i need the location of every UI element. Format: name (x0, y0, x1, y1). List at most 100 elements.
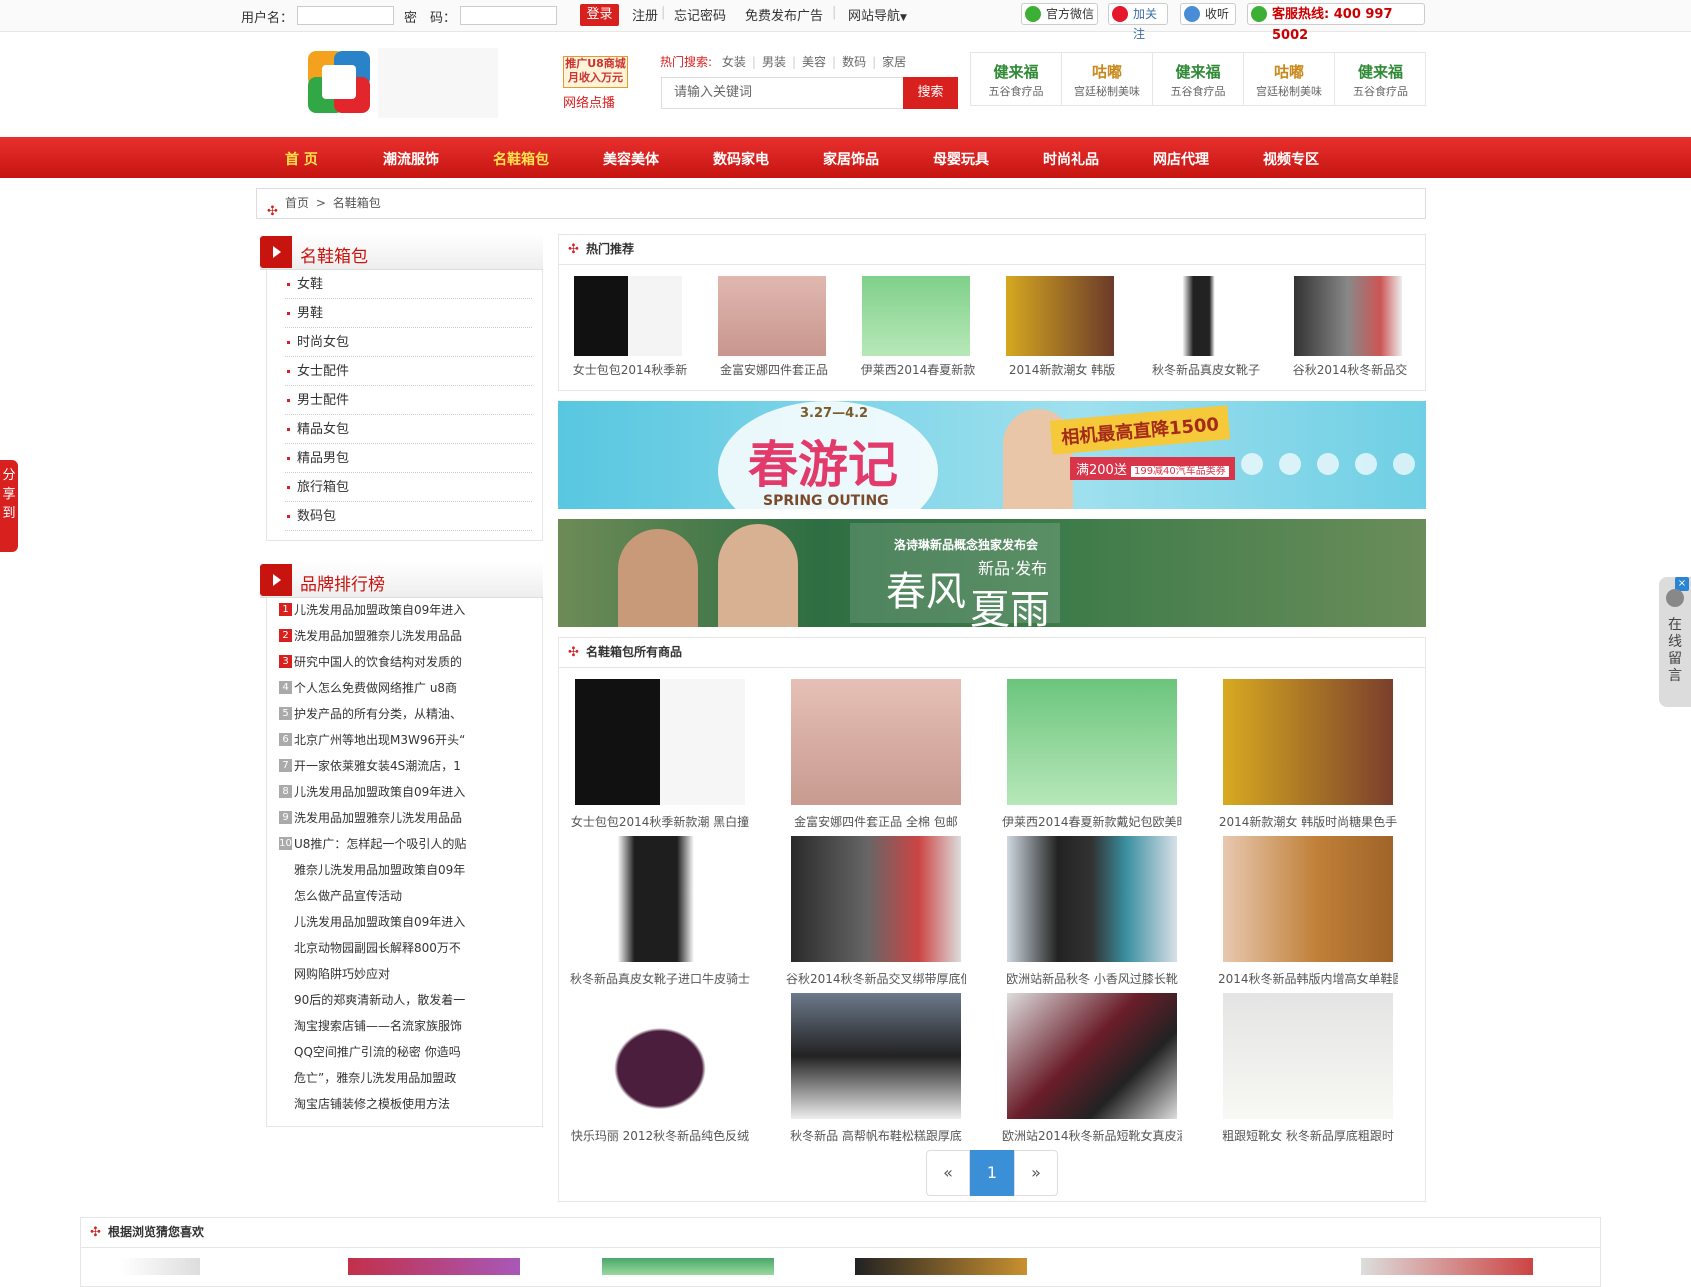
promo-badge[interactable]: 推广U8商城 月收入万元 (563, 56, 628, 88)
ad-banner[interactable]: 健来福 五谷食疗品 (1335, 53, 1426, 105)
product-caption[interactable]: 粗跟短靴女 秋冬新品厚底粗跟时 (1218, 1127, 1398, 1144)
product-caption[interactable]: 快乐玛丽 2012秋冬新品纯色反绒 (570, 1127, 750, 1144)
article-item[interactable]: 90后的郑爽清新动人，散发着一 (279, 987, 465, 1013)
product-image[interactable] (855, 1258, 1027, 1275)
product-image[interactable] (348, 1258, 520, 1275)
login-button[interactable]: 登录 (580, 4, 619, 26)
article-item[interactable]: QQ空间推广引流的秘密 你造吗 (279, 1039, 461, 1065)
rank-item[interactable]: 9 洗发用品加盟雅奈儿洗发用品品 (279, 805, 462, 831)
category-item[interactable]: 女鞋 (285, 270, 532, 299)
rank-item[interactable]: 5 护发产品的所有分类，从精油、 (279, 701, 462, 727)
product-image[interactable] (575, 679, 745, 805)
product-image[interactable] (1007, 993, 1177, 1119)
rank-item[interactable]: 2 洗发用品加盟雅奈儿洗发用品品 (279, 623, 462, 649)
nav-item[interactable]: 名鞋箱包 (493, 149, 549, 169)
product-caption[interactable]: 伊莱西2014春夏新款戴妃包欧美时 (1002, 813, 1182, 830)
product-image[interactable] (791, 836, 961, 962)
article-item[interactable]: 雅奈儿洗发用品加盟政策自09年 (279, 857, 465, 883)
register-link[interactable]: 注册 (632, 5, 658, 24)
product-image[interactable] (1223, 679, 1393, 805)
category-item[interactable]: 男鞋 (285, 299, 532, 328)
hot-word[interactable]: 男装 (762, 55, 786, 69)
product-image[interactable] (862, 276, 970, 356)
product-image[interactable] (574, 276, 682, 356)
category-item[interactable]: 旅行箱包 (285, 473, 532, 502)
nav-item[interactable]: 潮流服饰 (383, 149, 439, 169)
product-caption[interactable]: 2014秋冬新品韩版内增高女单鞋圆 (1218, 970, 1398, 987)
rank-item[interactable]: 6 北京广州等地出现M3W96开头“ (279, 727, 465, 753)
category-item[interactable]: 精品男包 (285, 444, 532, 473)
product-image[interactable] (1223, 836, 1393, 962)
breadcrumb-home[interactable]: 首页 (285, 196, 309, 210)
product-image[interactable] (1361, 1258, 1533, 1275)
product-image[interactable] (1006, 276, 1114, 356)
share-tab[interactable]: 分享到 (0, 460, 18, 552)
product-caption[interactable]: 女士包包2014秋季新 (568, 361, 692, 378)
product-caption[interactable]: 2014新款潮女 韩版 (1000, 361, 1124, 378)
ad-banner[interactable]: 健来福 五谷食疗品 (971, 53, 1062, 105)
article-item[interactable]: 北京动物园副园长解释800万不 (279, 935, 461, 961)
wechat-button[interactable]: 官方微信 (1021, 3, 1098, 25)
product-caption[interactable]: 秋冬新品真皮女靴子 (1144, 361, 1268, 378)
product-image[interactable] (1223, 993, 1393, 1119)
product-image[interactable] (791, 679, 961, 805)
product-image[interactable] (1007, 836, 1177, 962)
article-item[interactable]: 儿洗发用品加盟政策自09年进入 (279, 909, 465, 935)
nav-item[interactable]: 家居饰品 (823, 149, 879, 169)
product-caption[interactable]: 2014新款潮女 韩版时尚糖果色手 (1218, 813, 1398, 830)
product-image[interactable] (1007, 679, 1177, 805)
pager-prev[interactable]: « (926, 1150, 970, 1196)
listen-button[interactable]: 收听 (1180, 3, 1236, 25)
search-input[interactable]: 请输入关键词 (661, 77, 903, 109)
product-image[interactable] (120, 1258, 200, 1275)
nav-item[interactable]: 数码家电 (713, 149, 769, 169)
product-image[interactable] (1294, 276, 1402, 356)
product-caption[interactable]: 金富安娜四件套正品 全棉 包邮 (786, 813, 966, 830)
article-item[interactable]: 淘宝搜索店铺——名流家族服饰 (279, 1013, 462, 1039)
forgot-password-link[interactable]: 忘记密码 (674, 5, 726, 24)
hot-word[interactable]: 家居 (882, 55, 906, 69)
rank-item[interactable]: 3 研究中国人的饮食结构对发质的 (279, 649, 462, 675)
rank-item[interactable]: 1 儿洗发用品加盟政策自09年进入 (279, 597, 465, 623)
product-image[interactable] (575, 993, 745, 1119)
product-caption[interactable]: 欧洲站2014秋冬新品短靴女真皮酒 (1002, 1127, 1182, 1144)
spring-outing-banner[interactable]: 3.27—4.2 春游记 SPRING OUTING 相机最高直降1500 满2… (558, 401, 1426, 509)
category-item[interactable]: 男士配件 (285, 386, 532, 415)
rank-item[interactable]: 8 儿洗发用品加盟政策自09年进入 (279, 779, 465, 805)
ad-banner[interactable]: 咕嘟 宫廷秘制美味 (1244, 53, 1335, 105)
product-image[interactable] (575, 836, 745, 962)
password-input[interactable] (460, 6, 557, 25)
product-caption[interactable]: 金富安娜四件套正品 (712, 361, 836, 378)
category-item[interactable]: 女士配件 (285, 357, 532, 386)
article-item[interactable]: 淘宝店铺装修之模板使用方法 (279, 1091, 450, 1117)
nav-item[interactable]: 时尚礼品 (1043, 149, 1099, 169)
category-item[interactable]: 时尚女包 (285, 328, 532, 357)
article-item[interactable]: 网购陷阱巧妙应对 (279, 961, 390, 987)
product-caption[interactable]: 欧洲站新品秋冬 小香风过膝长靴 (1002, 970, 1182, 987)
online-message-tab[interactable]: × 在线留言 (1659, 577, 1691, 707)
nav-item[interactable]: 视频专区 (1263, 149, 1319, 169)
product-image[interactable] (602, 1258, 774, 1275)
nav-item[interactable]: 母婴玩具 (933, 149, 989, 169)
username-input[interactable] (297, 6, 394, 25)
hot-word[interactable]: 美容 (802, 55, 826, 69)
category-item[interactable]: 数码包 (285, 502, 532, 531)
nav-item[interactable]: 首 页 (285, 149, 318, 169)
product-image[interactable] (1150, 276, 1258, 356)
search-button[interactable]: 搜索 (903, 77, 958, 109)
rank-item[interactable]: 7 开一家依莱雅女装4S潮流店，1 (279, 753, 461, 779)
pager-current[interactable]: 1 (970, 1150, 1014, 1196)
article-item[interactable]: 危亡”，雅奈儿洗发用品加盟政 (279, 1065, 456, 1091)
site-logo[interactable] (308, 51, 370, 113)
product-image[interactable] (718, 276, 826, 356)
rank-item[interactable]: 10 U8推广：怎样起一个吸引人的贴 (279, 831, 466, 857)
nav-item[interactable]: 网店代理 (1153, 149, 1209, 169)
free-ads-link[interactable]: 免费发布广告 (745, 5, 823, 24)
article-item[interactable]: 怎么做产品宣传活动 (279, 883, 402, 909)
product-caption[interactable]: 女士包包2014秋季新款潮 黑白撞 (570, 813, 750, 830)
rank-item[interactable]: 4 个人怎么免费做网络推广 u8商 (279, 675, 457, 701)
product-caption[interactable]: 秋冬新品真皮女靴子进口牛皮骑士 (570, 970, 750, 987)
hot-word[interactable]: 数码 (842, 55, 866, 69)
ad-banner[interactable]: 健来福 五谷食疗品 (1153, 53, 1244, 105)
weibo-follow-button[interactable]: 加关注 (1108, 3, 1168, 41)
